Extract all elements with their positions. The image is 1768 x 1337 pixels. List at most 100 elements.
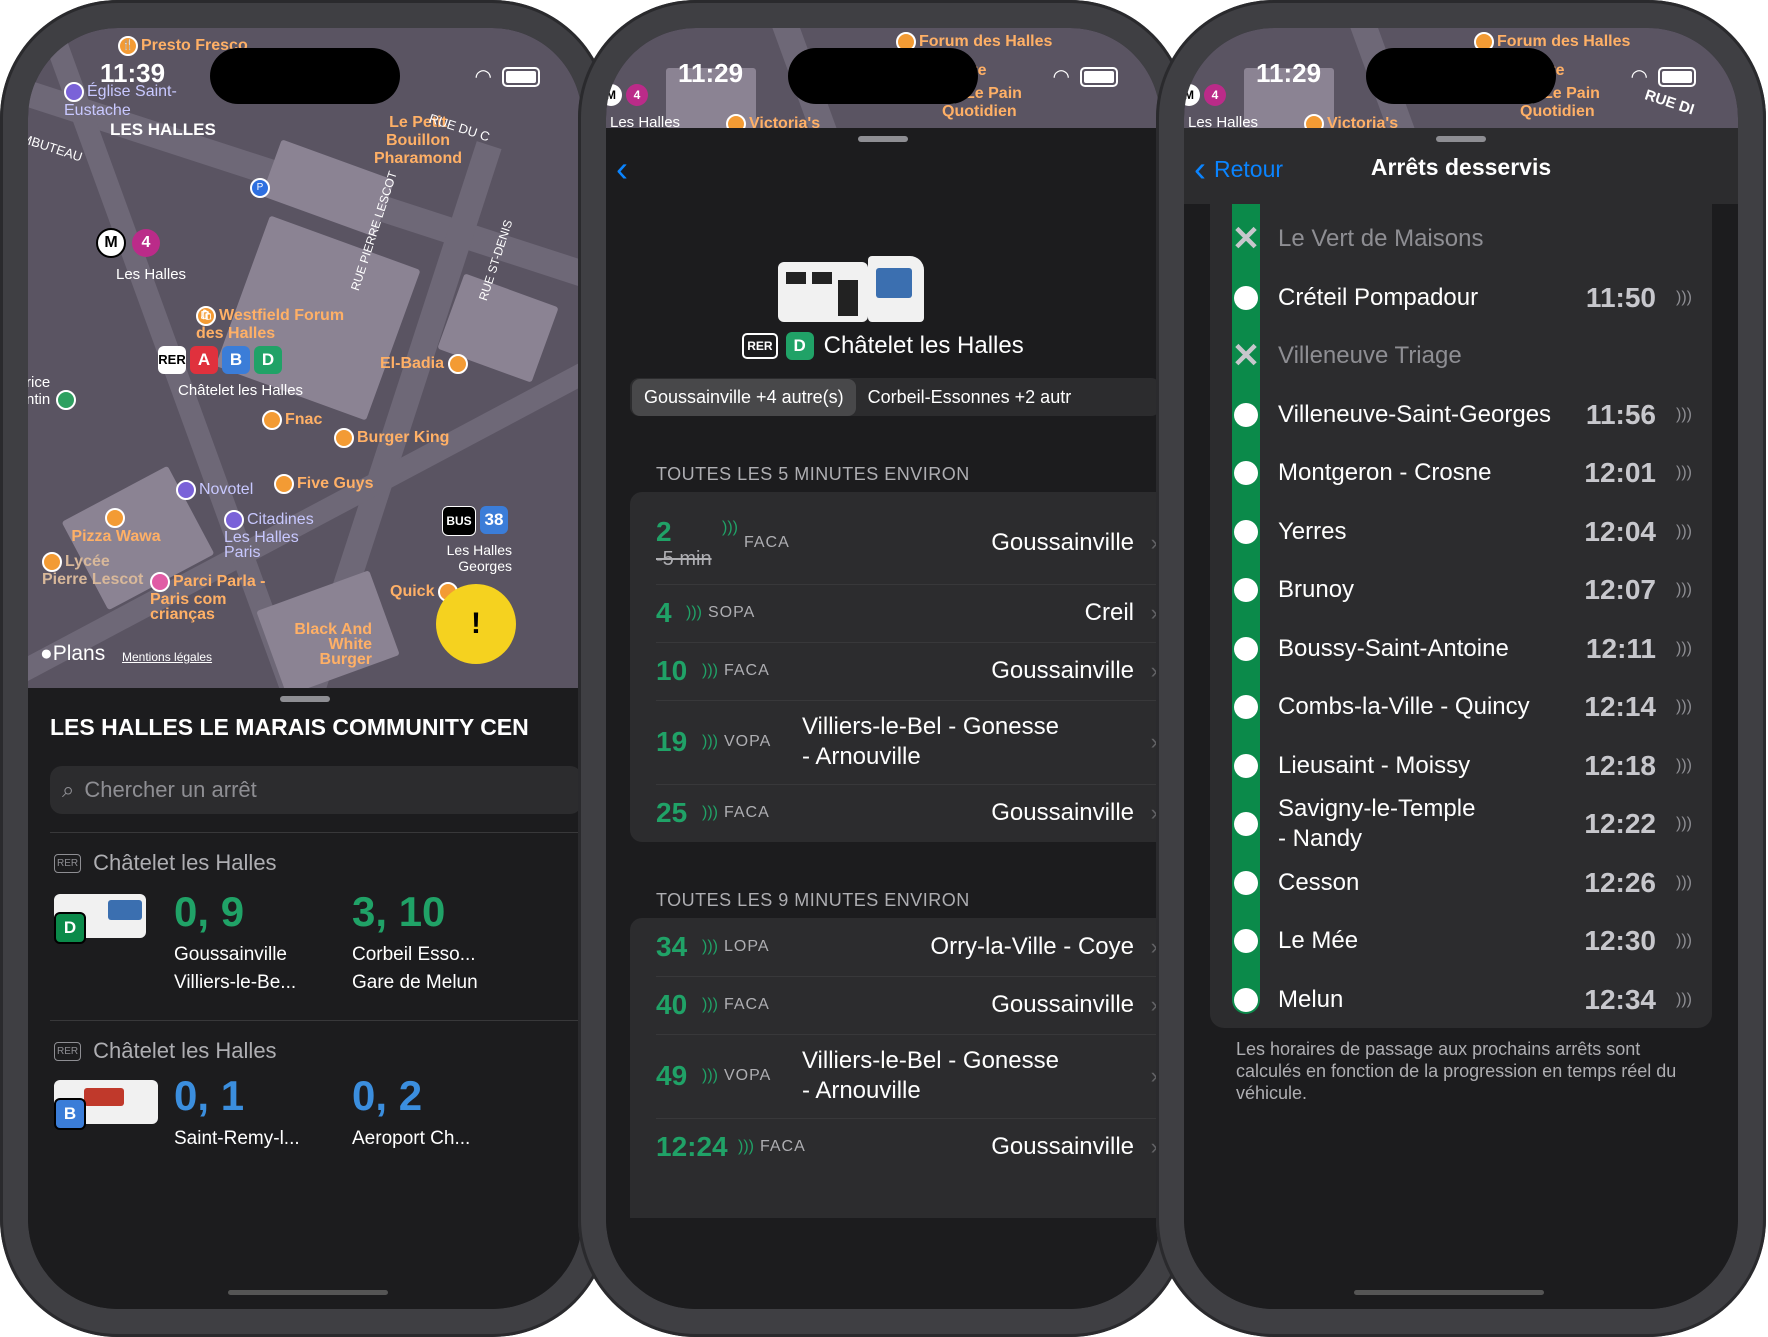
- sheet-handle[interactable]: [1436, 136, 1486, 142]
- map-view[interactable]: 🍴 Presto Fresco Église Saint-Eustache LES…: [28, 28, 582, 788]
- departure-row[interactable]: 10 ))) FACA Goussainville ›: [630, 642, 1160, 700]
- search-field[interactable]: ⌕ Chercher un arrêt: [50, 766, 582, 814]
- stop-row[interactable]: Créteil Pompadour 11:50))): [1210, 269, 1712, 328]
- stop-section-rer-d[interactable]: RER Châtelet les Halles D 0, 9 Goussainv…: [28, 846, 582, 1026]
- map-label-el-badia[interactable]: El-Badia: [380, 355, 444, 372]
- line-sheet: ‹ RER D Châtelet les Halles Goussainvill…: [606, 128, 1160, 1309]
- stop-section-rer-b[interactable]: RER Châtelet les Halles B 0, 1 Saint-Rem…: [28, 1034, 582, 1174]
- wifi-icon: ◠: [474, 66, 492, 88]
- departure-row[interactable]: 2 -5 min ))) FACA Goussainville ›: [630, 502, 1160, 584]
- map-label-quick[interactable]: Quick: [390, 583, 434, 600]
- stop-name: Le Vert de Maisons: [1278, 225, 1484, 253]
- departure-destination: Goussainville: [991, 991, 1134, 1018]
- stop-row[interactable]: Villeneuve-Saint-Georges 11:56))): [1210, 386, 1712, 445]
- stop-row[interactable]: ✕ Villeneuve Triage: [1210, 327, 1712, 386]
- search-input[interactable]: Chercher un arrêt: [84, 777, 256, 803]
- phone-stops: Forum des Halles Lacoste Le Pain Quotidi…: [1156, 0, 1766, 1337]
- mission-code: VOPA: [723, 733, 772, 750]
- stops-list: ✕ Le Vert de Maisons Créteil Pompadour 11:5…: [1210, 204, 1712, 1028]
- stop-name: Châtelet les Halles: [93, 850, 277, 875]
- departure-row[interactable]: 25 ))) FACA Goussainville ›: [630, 784, 1160, 842]
- direction-segmented-control[interactable]: Goussainville +4 autre(s) Corbeil-Essonn…: [630, 378, 1160, 416]
- legal-link[interactable]: Mentions légales: [122, 650, 212, 664]
- mission-code: SOPA: [707, 604, 756, 621]
- parking-icon[interactable]: P: [250, 178, 270, 198]
- report-alert-button[interactable]: !: [436, 584, 516, 664]
- back-chevron-icon[interactable]: ‹: [616, 148, 628, 190]
- phone-line: Forum des Halles Lacoste Le Pain Quotidi…: [578, 0, 1188, 1337]
- map-label-burger-king[interactable]: Burger King: [357, 429, 449, 446]
- status-time: 11:39: [100, 58, 166, 88]
- map-label-area: LES HALLES: [110, 120, 216, 139]
- stop-name: Villeneuve Triage: [1278, 342, 1462, 370]
- stop-name: Châtelet les Halles: [93, 1038, 277, 1063]
- status-icons: ◠: [1053, 64, 1118, 89]
- departure-row[interactable]: 12:24 ))) FACA Goussainville ›: [630, 1118, 1160, 1176]
- realtime-icon: ))): [1676, 873, 1692, 891]
- stop-dot-icon: [1234, 461, 1258, 486]
- stop-row[interactable]: Combs-la-Ville - Quincy 12:14))): [1210, 678, 1712, 737]
- stop-time: 12:04: [1584, 515, 1656, 547]
- stop-time: 12:07: [1584, 574, 1656, 606]
- stop-row[interactable]: Yerres 12:04))): [1210, 503, 1712, 562]
- phone-screen: 11:39 ◠ 🍴 Presto Fresco Église Saint-Eust…: [28, 28, 582, 1309]
- sheet-title: LES HALLES LE MARAIS COMMUNITY CEN: [50, 714, 529, 740]
- departure-row[interactable]: 19 ))) VOPA Villiers-le-Bel - Gonesse - …: [630, 700, 1160, 784]
- rer-station-marker[interactable]: RER A B D: [158, 346, 286, 374]
- stop-name: Yerres: [1278, 517, 1347, 545]
- map-label-westfield[interactable]: Westfield Forum des Halles: [196, 307, 344, 342]
- departure-row[interactable]: 4 ))) SOPA Creil ›: [630, 584, 1160, 642]
- stop-row[interactable]: Le Mée 12:30))): [1210, 912, 1712, 971]
- stop-row[interactable]: Boussy-Saint-Antoine 12:11))): [1210, 620, 1712, 679]
- stop-dot-icon: [1234, 695, 1258, 720]
- stop-time: 12:30: [1584, 925, 1656, 957]
- realtime-icon: ))): [738, 1138, 754, 1155]
- stop-row[interactable]: Brunoy 12:07))): [1210, 561, 1712, 620]
- realtime-icon: ))): [702, 804, 718, 821]
- departure-dest: Corbeil Esso...: [352, 944, 476, 965]
- rer-station-label: Châtelet les Halles: [178, 382, 304, 399]
- stop-row[interactable]: Cesson 12:26))): [1210, 854, 1712, 913]
- departure-dest: Villiers-le-Be...: [174, 972, 297, 993]
- stop-row[interactable]: Lieusaint - Moissy 12:18))): [1210, 737, 1712, 796]
- map-street-mbuteau: MBUTEAU: [28, 130, 85, 165]
- bus-icon: BUS: [442, 506, 476, 536]
- skipped-stop-icon: ✕: [1231, 337, 1261, 376]
- rer-line-b: B: [222, 346, 250, 374]
- map-label-fnac[interactable]: Fnac: [285, 411, 322, 428]
- departure-dest: Aeroport Ch...: [352, 1128, 471, 1149]
- stop-time: 12:34: [1584, 983, 1656, 1015]
- status-icons: ◠: [475, 64, 540, 89]
- rer-icon: RER: [54, 1041, 82, 1061]
- group-header: TOUTES LES 9 MINUTES ENVIRON: [656, 890, 970, 910]
- departure-row[interactable]: 34 ))) LOPA Orry-la-Ville - Coye ›: [630, 918, 1160, 976]
- segment-corbeil[interactable]: Corbeil-Essonnes +2 autr: [856, 379, 1084, 416]
- map-label-black-and-white[interactable]: Black And White Burger: [294, 621, 372, 668]
- sheet-handle[interactable]: [858, 136, 908, 142]
- departure-row[interactable]: 49 ))) VOPA Villiers-le-Bel - Gonesse - …: [630, 1034, 1160, 1118]
- map-street-rue: RUE DI: [1642, 86, 1697, 119]
- stop-name: Brunoy: [1278, 576, 1355, 604]
- map-label-five-guys[interactable]: Five Guys: [297, 475, 373, 492]
- departure-row[interactable]: 40 ))) FACA Goussainville ›: [630, 976, 1160, 1034]
- mission-code: FACA: [723, 804, 770, 821]
- stop-time: 11:50: [1585, 281, 1656, 313]
- sheet-handle[interactable]: [280, 696, 330, 702]
- stop-row[interactable]: Melun 12:34))): [1210, 971, 1712, 1030]
- stop-name: Villeneuve-Saint-Georges: [1278, 400, 1552, 428]
- map-label-novotel[interactable]: Novotel: [199, 481, 253, 498]
- map-label-pizza-wawa[interactable]: Pizza Wawa: [71, 528, 160, 545]
- stop-time: 12:18: [1584, 749, 1656, 781]
- segment-goussainville[interactable]: Goussainville +4 autre(s): [632, 378, 856, 416]
- map-label-ntin: ntin: [28, 390, 51, 408]
- bus-stop-marker[interactable]: BUS 38: [442, 506, 512, 536]
- stop-row[interactable]: ✕ Le Vert de Maisons: [1210, 210, 1712, 269]
- stop-row[interactable]: Montgeron - Crosne 12:01))): [1210, 444, 1712, 503]
- home-indicator: [1354, 1290, 1544, 1295]
- realtime-icon: ))): [1676, 522, 1692, 540]
- departure-destination-cont: - Arnouville: [801, 743, 921, 770]
- alert-icon: !: [471, 607, 481, 640]
- metro-station-marker[interactable]: M 4: [96, 228, 160, 258]
- stop-row[interactable]: Savigny-le-Temple - Nandy 12:22))): [1210, 795, 1712, 854]
- realtime-icon: ))): [1676, 756, 1692, 774]
